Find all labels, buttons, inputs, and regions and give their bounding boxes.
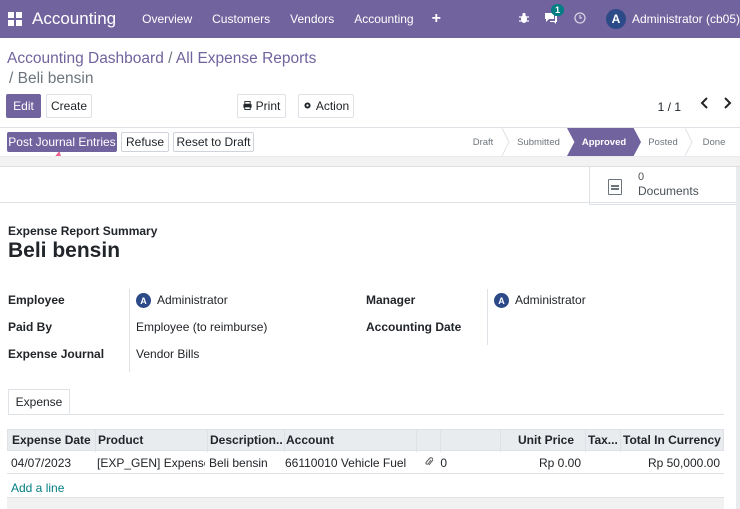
cell-description[interactable]: Beli bensin xyxy=(209,452,282,474)
manager-field[interactable]: A Administrator xyxy=(494,293,586,309)
report-title[interactable]: Beli bensin xyxy=(8,239,120,263)
cell-product[interactable]: [EXP_GEN] Expenses xyxy=(97,452,205,474)
reset-to-draft-button[interactable]: Reset to Draft xyxy=(173,132,254,152)
accounting-date-label: Accounting Date xyxy=(366,320,462,334)
column-divider xyxy=(416,430,417,452)
breadcrumb: Accounting Dashboard / All Expense Repor… xyxy=(7,48,316,70)
refuse-button[interactable]: Refuse xyxy=(121,132,169,152)
employee-field[interactable]: A Administrator xyxy=(136,293,228,309)
expense-table-header: Expense Date Product Description... Acco… xyxy=(7,429,724,452)
col-blank[interactable] xyxy=(442,430,498,452)
cell-account[interactable]: 66110010 Vehicle Fuel xyxy=(285,452,413,474)
attachment-count: 0 xyxy=(440,456,448,470)
scrollbar[interactable] xyxy=(736,167,740,509)
documents-count: 0 xyxy=(638,171,645,183)
manager-avatar: A xyxy=(494,293,509,309)
field-divider xyxy=(129,289,130,372)
paperclip-icon xyxy=(425,456,436,470)
edit-button[interactable]: Edit xyxy=(6,94,41,118)
paid-by-label: Paid By xyxy=(8,320,53,334)
table-footer xyxy=(7,497,724,509)
pager-value[interactable]: 1 / 1 xyxy=(658,100,681,114)
top-navbar: Accounting Overview Customers Vendors Ac… xyxy=(0,0,740,38)
app-title[interactable]: Accounting xyxy=(32,9,116,29)
documents-label: Documents xyxy=(638,184,699,198)
button-box-divider xyxy=(0,202,740,203)
stage-posted: Posted xyxy=(648,136,678,148)
col-description[interactable]: Description... xyxy=(210,430,283,452)
pager-next-icon[interactable] xyxy=(722,96,732,112)
create-button[interactable]: Create xyxy=(46,94,92,118)
employee-value: Administrator xyxy=(157,293,228,307)
chat-badge: 1 xyxy=(550,3,564,16)
menu-accounting[interactable]: Accounting xyxy=(354,12,413,26)
employee-avatar: A xyxy=(136,293,151,309)
cell-unit-price[interactable]: Rp 0.00 xyxy=(501,452,581,474)
breadcrumb-current: / Beli bensin xyxy=(9,70,94,87)
stage-separator-icon xyxy=(685,128,693,156)
expense-journal-label: Expense Journal xyxy=(8,347,105,361)
col-taxes[interactable]: Tax... xyxy=(588,430,619,452)
col-product[interactable]: Product xyxy=(98,430,206,452)
user-avatar[interactable]: A xyxy=(605,9,626,29)
form-sheet: 0 Documents Expense Report Summary Beli … xyxy=(0,166,740,509)
bug-icon[interactable] xyxy=(518,12,530,27)
summary-label: Expense Report Summary xyxy=(8,224,158,238)
menu-vendors[interactable]: Vendors xyxy=(290,12,334,26)
documents-smart-button[interactable]: 0 Documents xyxy=(589,167,740,205)
column-divider xyxy=(500,430,501,452)
menu-overview[interactable]: Overview xyxy=(142,12,192,26)
table-row[interactable]: 04/07/2023 [EXP_GEN] Expenses Beli bensi… xyxy=(7,452,724,474)
tab-divider xyxy=(8,414,724,415)
field-divider xyxy=(487,289,488,345)
gear-icon xyxy=(303,99,312,113)
col-unit-price[interactable]: Unit Price xyxy=(502,430,574,452)
sheet-background xyxy=(0,156,740,166)
column-divider xyxy=(284,430,285,452)
cell-expense-date[interactable]: 04/07/2023 xyxy=(11,452,93,474)
column-divider xyxy=(620,430,621,452)
stage-submitted: Submitted xyxy=(517,136,560,148)
accounting-date-field[interactable] xyxy=(494,320,614,334)
apps-menu-icon[interactable] xyxy=(8,12,22,26)
breadcrumb-dashboard[interactable]: Accounting Dashboard xyxy=(7,50,164,67)
column-divider xyxy=(207,430,208,452)
col-account[interactable]: Account xyxy=(286,430,414,452)
column-divider xyxy=(440,430,441,452)
add-line-link[interactable]: Add a line xyxy=(11,481,64,495)
expense-journal-field[interactable]: Vendor Bills xyxy=(136,347,199,361)
cell-total[interactable]: Rp 50,000.00 xyxy=(620,452,720,474)
print-button[interactable]: Print xyxy=(237,94,286,118)
column-divider xyxy=(95,430,96,452)
document-icon xyxy=(608,179,622,195)
action-label: Action xyxy=(315,99,350,113)
paid-by-field[interactable]: Employee (to reimburse) xyxy=(136,320,267,334)
plus-icon[interactable]: + xyxy=(432,10,441,28)
tab-expense[interactable]: Expense xyxy=(8,389,70,415)
cell-attachments[interactable]: 0 xyxy=(425,452,459,474)
col-expense-date[interactable]: Expense Date xyxy=(12,430,94,452)
breadcrumb-all-expense-reports[interactable]: All Expense Reports xyxy=(176,50,316,67)
post-journal-entries-button[interactable]: Post Journal Entries xyxy=(7,132,117,152)
clock-icon[interactable] xyxy=(574,11,586,27)
menu-customers[interactable]: Customers xyxy=(212,12,270,26)
col-attachment[interactable] xyxy=(418,430,438,452)
print-icon xyxy=(243,99,252,113)
print-label: Print xyxy=(255,99,281,113)
chat-icon[interactable]: 1 xyxy=(544,3,564,27)
action-button[interactable]: Action xyxy=(298,94,354,118)
stage-done: Done xyxy=(702,136,726,148)
manager-label: Manager xyxy=(366,293,416,307)
column-divider xyxy=(585,430,586,452)
pager-previous-icon[interactable] xyxy=(700,96,710,112)
stage-approved: Approved xyxy=(567,128,641,156)
col-total-in-currency[interactable]: Total In Currency xyxy=(623,430,723,452)
control-panel: Accounting Dashboard / All Expense Repor… xyxy=(0,38,740,128)
breadcrumb-separator: / xyxy=(163,50,176,67)
manager-value: Administrator xyxy=(515,293,586,307)
employee-label: Employee xyxy=(8,293,65,307)
status-bar: Post Journal Entries Refuse Reset to Dra… xyxy=(0,128,740,156)
stage-draft: Draft xyxy=(472,136,494,148)
user-menu[interactable]: Administrator (cb05) xyxy=(632,12,740,26)
